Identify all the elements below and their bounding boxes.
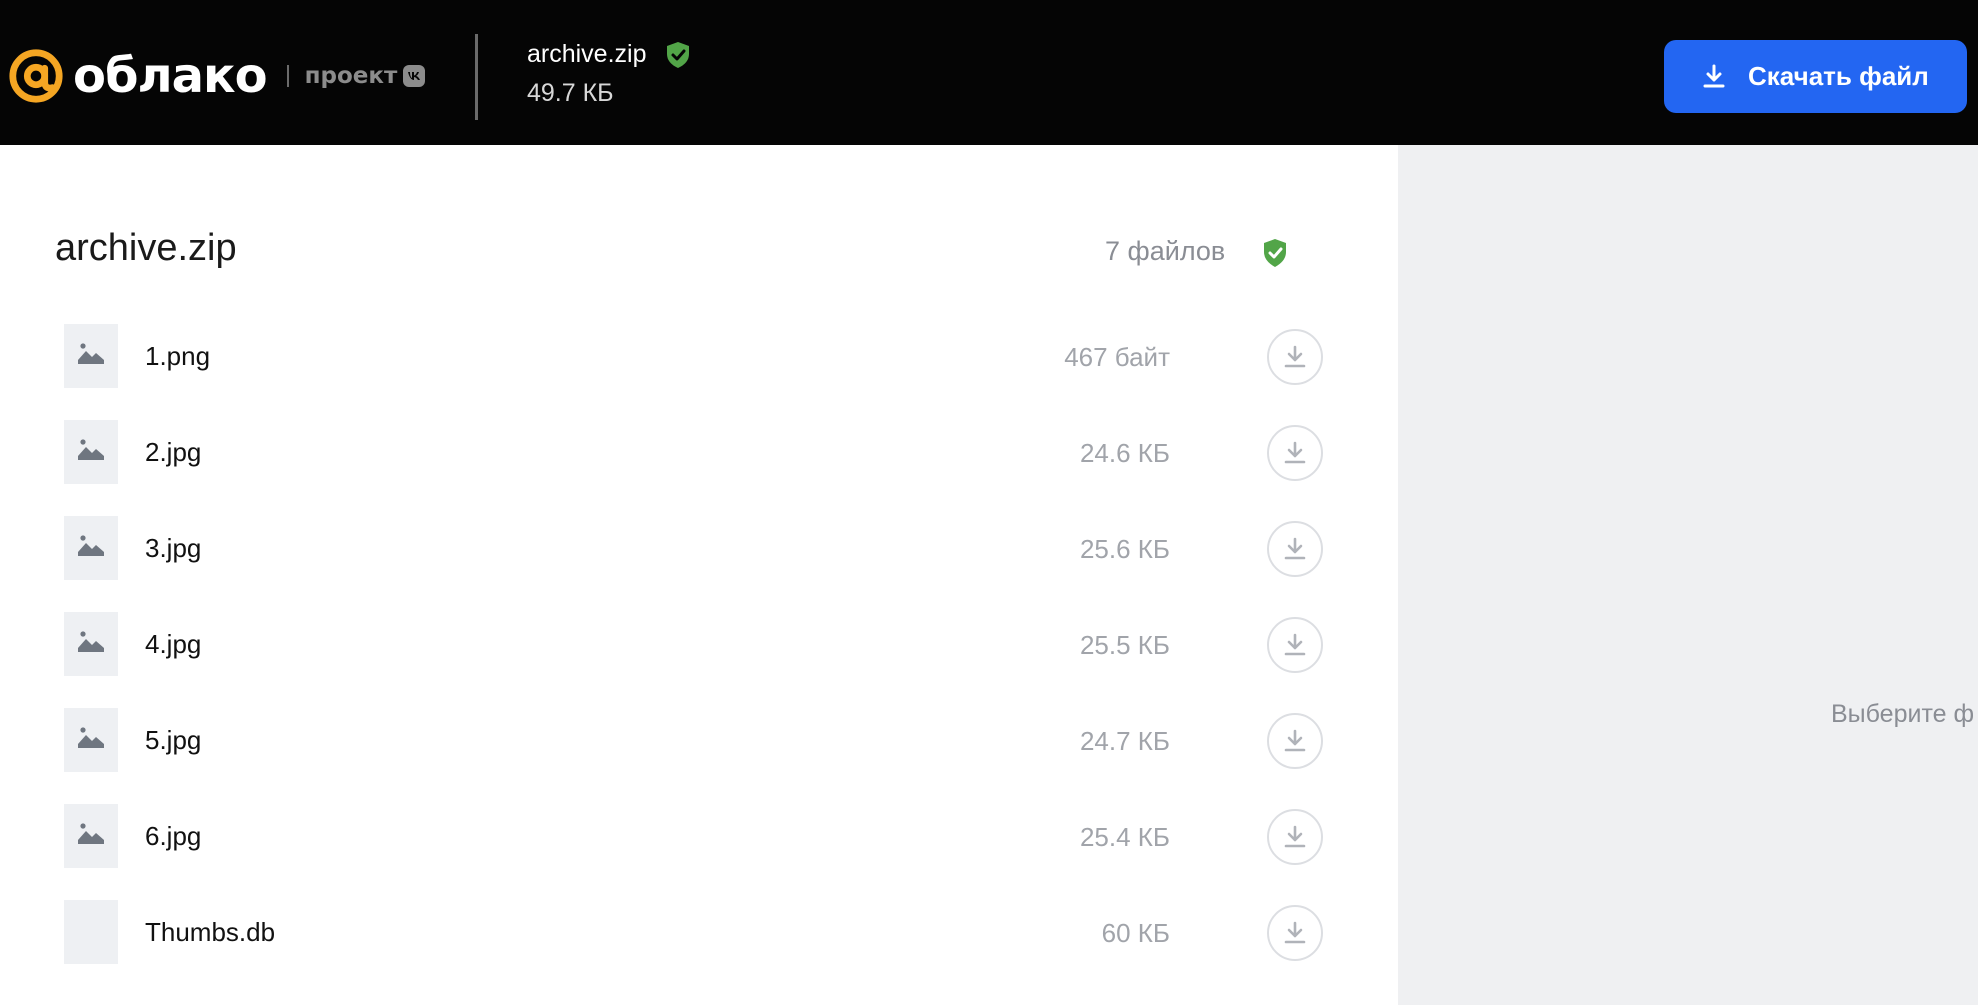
file-name: 2.jpg [145,437,202,467]
header-file-name: archive.zip [527,40,647,68]
oblako-logo[interactable]: облако проект [7,46,426,106]
file-name: 1.png [145,341,211,371]
file-download-button[interactable] [1267,809,1323,865]
file-size: 25.6 КБ [1079,534,1170,564]
logo-separator [286,65,289,87]
file-download-button[interactable] [1267,905,1323,961]
at-logo-icon [9,49,63,103]
image-file-icon [64,708,118,772]
download-file-button[interactable]: Скачать файл [1664,40,1967,113]
download-button-label: Скачать файл [1748,61,1929,91]
file-size: 25.5 КБ [1079,630,1170,660]
file-size: 60 КБ [1101,918,1170,948]
file-name: Thumbs.db [145,917,276,947]
download-icon [1284,537,1306,560]
top-bar: облако проект archive.zip 49.7 КБ Скачат… [0,0,1978,145]
file-row[interactable]: 5.jpg 24.7 КБ [0,702,1398,798]
file-row[interactable]: 2.jpg 24.6 КБ [0,414,1398,510]
file-name: 4.jpg [145,629,202,659]
header-file-info: archive.zip 49.7 КБ [527,40,691,108]
file-download-button[interactable] [1267,521,1323,577]
file-download-button[interactable] [1267,425,1323,481]
download-icon [1284,345,1306,368]
image-file-icon [64,612,118,676]
logo-text: облако [73,48,268,104]
file-count: 7 файлов [1105,236,1226,266]
download-icon [1284,825,1306,848]
file-size: 467 байт [1064,342,1170,372]
vk-icon [403,65,426,87]
shield-check-icon [666,41,689,68]
project-label: проект [304,63,398,89]
preview-hint: Выберите ф [1831,700,1975,728]
image-file-icon [64,804,118,868]
file-name: 6.jpg [145,821,202,851]
archive-title: archive.zip [55,227,237,269]
download-icon [1284,441,1306,464]
file-download-button[interactable] [1267,617,1323,673]
image-file-icon [64,516,118,580]
file-list: 1.png 467 байт 2.jpg 24.6 КБ 3.jpg 25.6 … [0,318,1398,990]
file-download-button[interactable] [1267,329,1323,385]
file-row[interactable]: 4.jpg 25.5 КБ [0,606,1398,702]
file-download-button[interactable] [1267,713,1323,769]
file-size: 24.7 КБ [1079,726,1170,756]
file-size: 25.4 КБ [1079,822,1170,852]
download-icon [1284,921,1306,944]
file-row[interactable]: 1.png 467 байт [0,318,1398,414]
download-icon [1284,729,1306,752]
image-file-icon [64,420,118,484]
download-icon [1703,64,1725,87]
file-icon [64,900,118,964]
image-file-icon [64,324,118,388]
file-size: 24.6 КБ [1079,438,1170,468]
file-row[interactable]: 3.jpg 25.6 КБ [0,510,1398,606]
download-icon [1284,633,1306,656]
file-name: 5.jpg [145,725,202,755]
shield-check-icon [1264,239,1286,267]
header-divider [475,34,478,120]
file-name: 3.jpg [145,533,202,563]
preview-panel: Выберите ф [1398,145,1978,1005]
file-row[interactable]: Thumbs.db 60 КБ [0,894,1398,990]
file-row[interactable]: 6.jpg 25.4 КБ [0,798,1398,894]
header-file-size: 49.7 КБ [527,79,614,107]
